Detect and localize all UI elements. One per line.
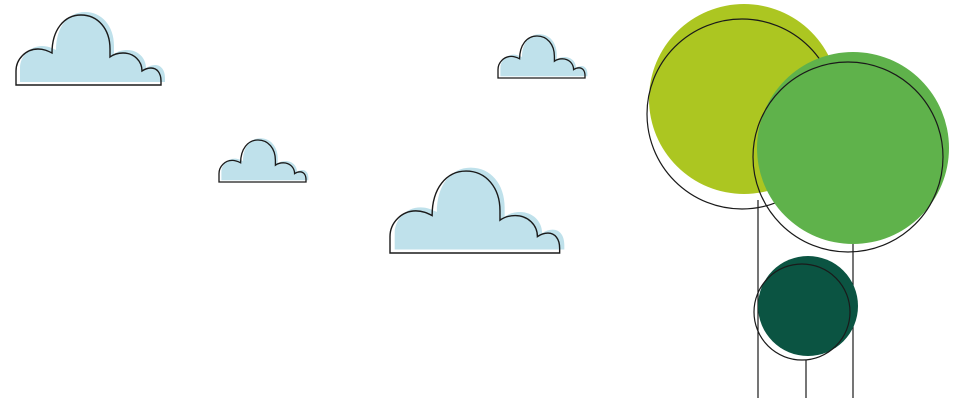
cloud-small-top-center xyxy=(497,34,588,79)
cloud-large-center xyxy=(389,167,565,254)
dark-canopy-fill xyxy=(758,256,858,356)
tree-canopy-dark-green xyxy=(753,256,858,361)
cloud-large-top-left xyxy=(15,12,165,86)
cloud-small-middle-left xyxy=(218,138,309,183)
illustration-scene xyxy=(15,4,949,398)
green-canopy-fill xyxy=(757,52,949,244)
